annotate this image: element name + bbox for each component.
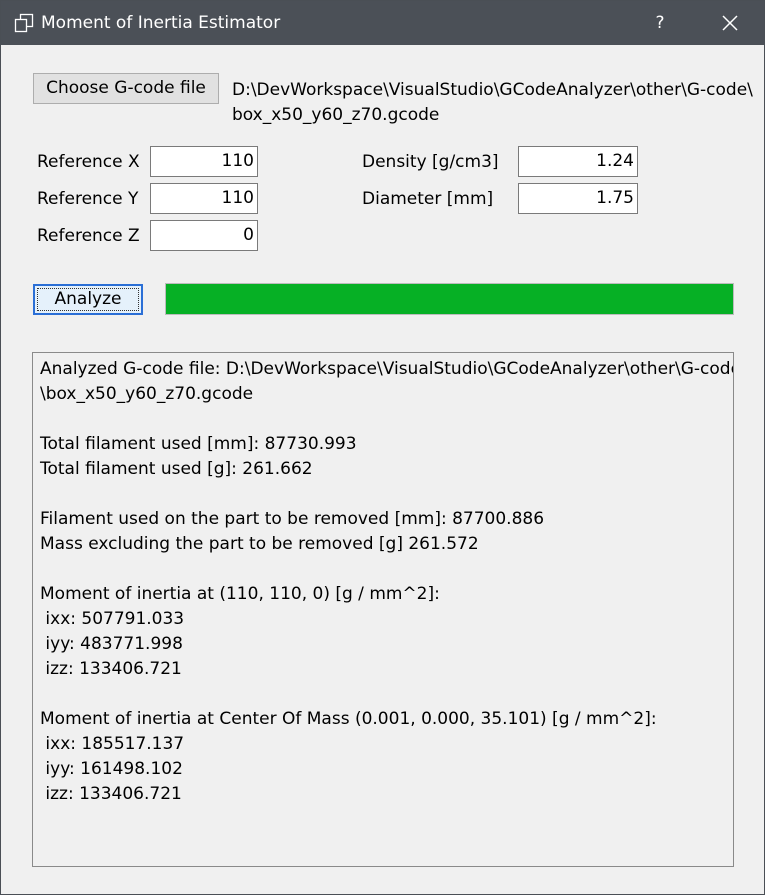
result-line: ixx: 185517.137	[40, 734, 185, 754]
diameter-label: Diameter [mm]	[362, 189, 494, 209]
reference-y-field[interactable]: 110	[150, 183, 258, 214]
result-line: iyy: 161498.102	[40, 759, 183, 779]
density-label: Density [g/cm3]	[362, 152, 499, 172]
reference-x-field[interactable]: 110	[150, 146, 258, 177]
progress-fill	[166, 284, 733, 314]
reference-x-label: Reference X	[37, 152, 140, 172]
title-bar[interactable]: Moment of Inertia Estimator ?	[1, 1, 764, 45]
result-line: Moment of inertia at (110, 110, 0) [g / …	[40, 584, 440, 604]
result-line: ixx: 507791.033	[40, 609, 185, 629]
diameter-field[interactable]: 1.75	[518, 183, 638, 214]
window-restore-icon	[14, 13, 34, 33]
result-line: iyy: 483771.998	[40, 634, 183, 654]
reference-z-field[interactable]: 0	[150, 220, 258, 251]
results-textbox[interactable]: Analyzed G-code file: D:\DevWorkspace\Vi…	[32, 352, 734, 867]
result-line: Filament used on the part to be removed …	[40, 509, 545, 529]
result-line: izz: 133406.721	[40, 659, 182, 679]
result-line: Total filament used [mm]: 87730.993	[40, 434, 357, 454]
result-line	[40, 482, 726, 507]
window-title: Moment of Inertia Estimator	[41, 13, 281, 33]
close-button[interactable]	[701, 1, 763, 45]
choose-gcode-file-button[interactable]: Choose G-code file	[33, 73, 219, 104]
focus-rectangle	[37, 288, 139, 311]
file-path-line-2: box_x50_y60_z70.gcode	[232, 105, 440, 125]
result-line: Total filament used [g]: 261.662	[40, 459, 313, 479]
analysis-progress-bar	[165, 283, 734, 315]
result-line	[40, 557, 726, 582]
selected-file-path: D:\DevWorkspace\VisualStudio\GCodeAnalyz…	[232, 78, 753, 128]
result-line	[40, 682, 726, 707]
result-line: Analyzed G-code file: D:\DevWorkspace\Vi…	[40, 359, 734, 379]
analyze-button[interactable]: Analyze	[33, 284, 143, 315]
reference-z-label: Reference Z	[37, 226, 140, 246]
help-button[interactable]: ?	[629, 1, 691, 45]
result-line: Mass excluding the part to be removed [g…	[40, 534, 479, 554]
moment-of-inertia-window: Moment of Inertia Estimator ? Choose G-c…	[0, 0, 765, 895]
reference-y-label: Reference Y	[37, 189, 139, 209]
result-line	[40, 407, 726, 432]
result-line: Moment of inertia at Center Of Mass (0.0…	[40, 709, 657, 729]
result-line: \box_x50_y60_z70.gcode	[40, 384, 254, 404]
result-line: izz: 133406.721	[40, 784, 182, 804]
close-icon	[722, 15, 738, 31]
density-field[interactable]: 1.24	[518, 146, 638, 177]
file-path-line-1: D:\DevWorkspace\VisualStudio\GCodeAnalyz…	[232, 80, 753, 100]
